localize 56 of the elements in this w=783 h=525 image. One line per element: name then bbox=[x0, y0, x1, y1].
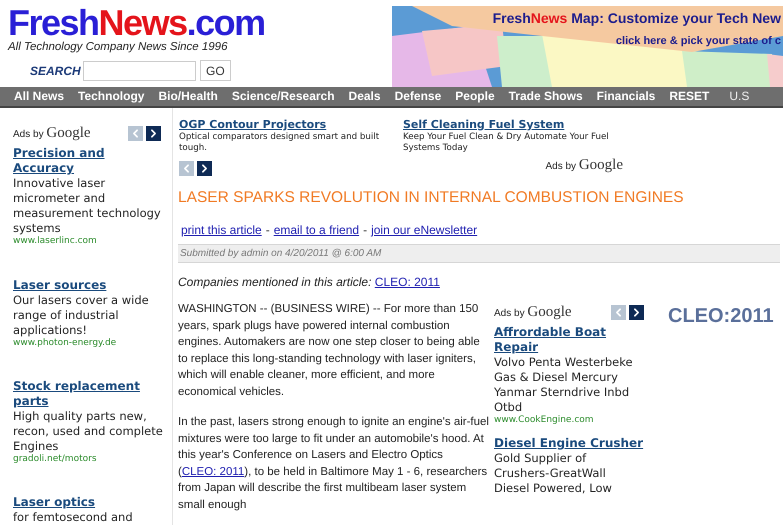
nav-link[interactable]: RESET bbox=[669, 87, 710, 106]
nav-link[interactable]: People bbox=[455, 87, 495, 106]
nav-link[interactable]: Deals bbox=[348, 87, 381, 106]
ad-url: gradoli.net/motors bbox=[13, 454, 98, 465]
ads-by-google-label: Ads by Google bbox=[13, 124, 91, 143]
ads-by-google-label: Ads by Google bbox=[494, 303, 572, 322]
nav-link[interactable]: Technology bbox=[78, 87, 144, 106]
ads-by-google-label: Ads by Google bbox=[545, 156, 623, 174]
ad-text: High quality parts new, recon, used and complete Engines bbox=[13, 408, 164, 454]
ad-title-link[interactable]: Laser optics bbox=[13, 495, 164, 510]
submitted-info: Submitted by admin on 4/20/2011 @ 6:00 AM bbox=[180, 247, 382, 262]
nav-link[interactable]: Defense bbox=[394, 87, 442, 106]
ad-text: Our lasers cover a wide range of industrial applications! bbox=[13, 292, 150, 338]
inline-link[interactable]: CLEO: 2011 bbox=[182, 466, 244, 478]
ad-title-link[interactable]: Precision and Accuracy bbox=[13, 146, 164, 176]
separator: - bbox=[266, 222, 270, 240]
cleo-logo: CLEO:2011 bbox=[668, 305, 774, 328]
nav-link[interactable]: Financials bbox=[596, 87, 656, 106]
article-action-link[interactable]: print this article bbox=[181, 221, 262, 240]
banner-headline[interactable]: FreshNews Map: Customize your Tech New bbox=[492, 8, 781, 29]
ad-url: www.CookEngine.com bbox=[494, 414, 595, 426]
ad-text: Innovative laser micrometer and measurement technology systems bbox=[13, 176, 162, 236]
search-field[interactable] bbox=[83, 60, 196, 81]
companies-line: Companies mentioned in this article: CLEO: 2011 bbox=[178, 274, 441, 292]
ad-url: www.photon-energy.de bbox=[13, 338, 118, 349]
next-button[interactable] bbox=[146, 126, 161, 140]
ad-text: Optical comparators designed smart and built tough. bbox=[179, 132, 380, 154]
next-button[interactable] bbox=[197, 161, 212, 176]
nav-link[interactable]: All News bbox=[14, 87, 64, 106]
article-title: LASER SPARKS REVOLUTION IN INTERNAL COMBUSTION ENGINES bbox=[178, 188, 685, 208]
ad-title-link[interactable]: Laser sources bbox=[13, 278, 164, 292]
ad-title-link[interactable]: Diesel Engine Crusher bbox=[494, 436, 644, 451]
ad-text: Keep Your Fuel Clean & Dry Automate Your Fuel Systems Today bbox=[403, 132, 610, 154]
ad-title-link[interactable]: Stock replacement parts bbox=[13, 378, 164, 409]
site-logo[interactable]: FreshNews.com bbox=[8, 6, 265, 40]
site-tagline: All Technology Company News Since 1996 bbox=[8, 40, 228, 54]
company-link[interactable]: CLEO: 2011 bbox=[374, 275, 440, 290]
article-paragraph: WASHINGTON -- (BUSINESS WIRE) -- For more than 150 years, spark plugs have powered internal combustion engines. Automakers are now one step closer to being able to replace this long-standing technology with laser igniters, which will enable cleaner, more efficient, and more economical vehicles. bbox=[178, 302, 481, 400]
article-action-link[interactable]: email to a friend bbox=[274, 221, 360, 240]
article-paragraph: In the past, lasers strong enough to ignite an engine's air-fuel mixtures were too large to fit under an automobile's hood. At this year's Conference on Lasers and Electro Optics (CLEO: 2011), to be held in Baltimore May 1 - 6, researchers from Japan will describe the first multibeam laser system small enough bbox=[178, 415, 490, 513]
separator: - bbox=[363, 222, 368, 240]
nav-link[interactable]: Science/Research bbox=[232, 87, 335, 106]
nav-link[interactable]: U.S bbox=[729, 87, 750, 106]
nav-link[interactable]: Bio/Health bbox=[158, 87, 218, 106]
next-button[interactable] bbox=[629, 305, 644, 320]
nav-link[interactable]: Trade Shows bbox=[508, 87, 583, 106]
ad-text: for femtosecond and bbox=[13, 510, 134, 525]
ad-url: www.laserlinc.com bbox=[13, 236, 98, 248]
article-action-link[interactable]: join our eNewsletter bbox=[371, 221, 478, 240]
ad-text: Gold Supplier of Crushers-GreatWall Diesel Powered, Low bbox=[494, 451, 613, 496]
go-button[interactable]: GO bbox=[200, 60, 231, 82]
search-label: SEARCH bbox=[30, 62, 82, 80]
ad-title-link[interactable]: Affrordable Boat Repair bbox=[494, 324, 644, 355]
ad-title-link[interactable]: Self Cleaning Fuel System bbox=[403, 118, 627, 132]
ad-title-link[interactable]: OGP Contour Projectors bbox=[179, 118, 403, 132]
ad-text: Volvo Penta Westerbeke Gas & Diesel Mercury Yanmar Sterndrive Inbd Otbd bbox=[494, 354, 634, 415]
